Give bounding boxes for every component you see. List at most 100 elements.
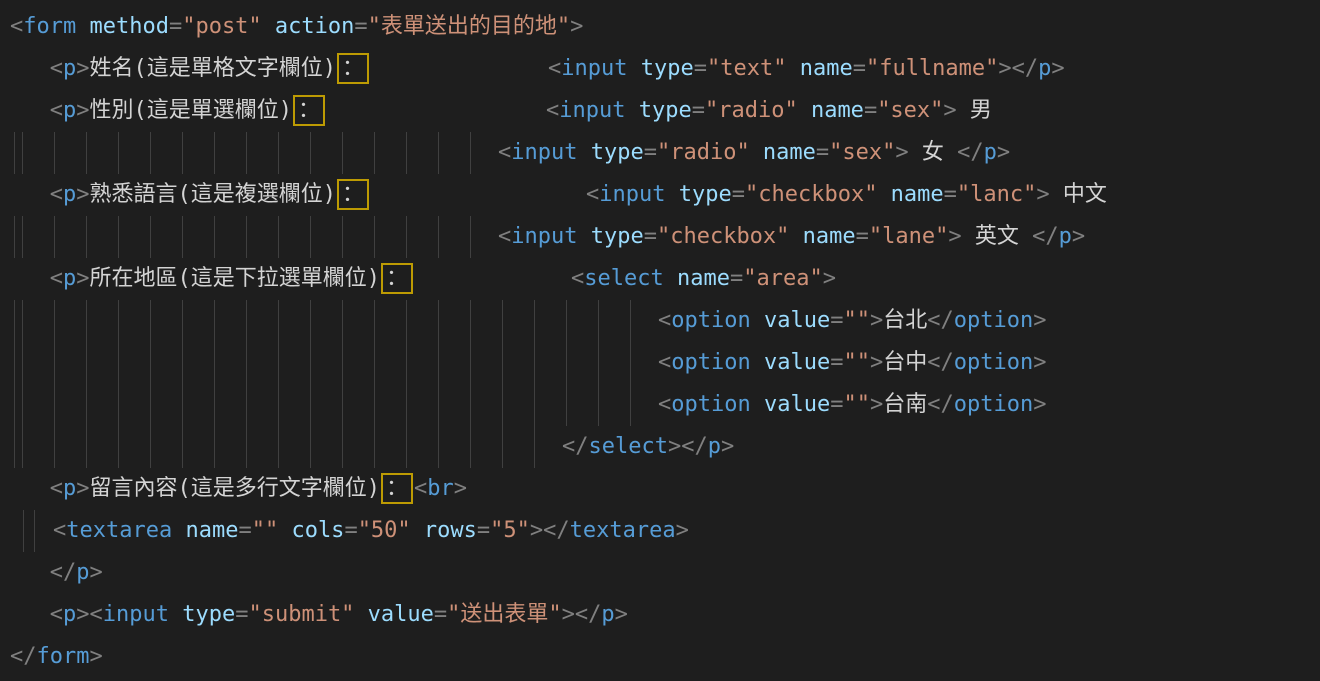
token-punctuation: = (830, 350, 843, 375)
code-line-9[interactable]: <option value="">台中</option> (10, 342, 1320, 384)
token-punctuation: > (76, 476, 89, 501)
token-attribute: name (172, 518, 238, 543)
token-string: "sex" (829, 140, 895, 165)
code-editor[interactable]: <form method="post" action="表單送出的目的地"> <… (0, 0, 1320, 681)
token-string: "表單送出的目的地" (368, 14, 571, 39)
token-punctuation: = (944, 182, 957, 207)
token-attribute: value (751, 350, 830, 375)
token-punctuation: </ (927, 350, 954, 375)
token-tag: p (601, 602, 614, 627)
token-punctuation: ></ (998, 56, 1038, 81)
token-punctuation: < (50, 56, 63, 81)
token-tag: p (1059, 224, 1072, 249)
code-line-15[interactable]: <p><input type="submit" value="送出表單"></p… (10, 594, 1320, 636)
token-string: "fullname" (866, 56, 998, 81)
token-punctuation: = (644, 224, 657, 249)
token-punctuation: > (1033, 308, 1046, 333)
token-punctuation: > (721, 434, 734, 459)
token-punctuation: = (816, 140, 829, 165)
token-punctuation: = (344, 518, 357, 543)
token-punctuation: < (546, 98, 559, 123)
token-string: "area" (743, 266, 822, 291)
token-punctuation: = (644, 140, 657, 165)
alignment-space (370, 48, 548, 90)
token-text (10, 182, 50, 207)
token-attribute: name (750, 140, 816, 165)
token-tag: input (561, 56, 627, 81)
token-text: 姓名(這是單格文字欄位) (90, 56, 337, 81)
token-tag: form (37, 644, 90, 669)
token-attribute: type (626, 98, 692, 123)
token-tag: form (23, 14, 76, 39)
code-line-3[interactable]: <p>性別(這是單選欄位)：<input type="radio" name="… (10, 90, 1320, 132)
token-text: 留言內容(這是多行文字欄位) (90, 476, 381, 501)
token-punctuation: > (997, 140, 1010, 165)
indent-guides (10, 216, 498, 258)
token-tag: br (427, 476, 454, 501)
token-string: "submit" (248, 602, 354, 627)
token-text: 英文 (962, 224, 1033, 249)
alignment-space (414, 258, 571, 300)
code-line-8[interactable]: <option value="">台北</option> (10, 300, 1320, 342)
token-punctuation: < (658, 392, 671, 417)
token-punctuation: = (169, 14, 182, 39)
token-punctuation: > (615, 602, 628, 627)
token-punctuation: = (434, 602, 447, 627)
unicode-highlight-colon: ： (337, 53, 369, 84)
code-line-4[interactable]: <input type="radio" name="sex"> 女 </p> (10, 132, 1320, 174)
token-punctuation: < (498, 140, 511, 165)
token-attribute: type (169, 602, 235, 627)
token-tag: input (511, 140, 577, 165)
token-string: "" (252, 518, 279, 543)
token-string: "" (843, 308, 870, 333)
indent-guides (10, 426, 562, 468)
token-string: "5" (490, 518, 530, 543)
token-attribute: rows (411, 518, 477, 543)
token-punctuation: > (76, 266, 89, 291)
token-string: "post" (182, 14, 261, 39)
code-line-16[interactable]: </form> (10, 636, 1320, 678)
token-punctuation: < (50, 98, 63, 123)
token-punctuation: < (658, 350, 671, 375)
code-line-6[interactable]: <input type="checkbox" name="lane"> 英文 <… (10, 216, 1320, 258)
token-punctuation: = (732, 182, 745, 207)
token-attribute: type (577, 224, 643, 249)
token-tag: option (671, 308, 750, 333)
code-line-5[interactable]: <p>熟悉語言(這是複選欄位)：<input type="checkbox" n… (10, 174, 1320, 216)
token-string: "" (843, 392, 870, 417)
token-punctuation: > (76, 182, 89, 207)
code-line-13[interactable]: <textarea name="" cols="50" rows="5"></t… (10, 510, 1320, 552)
token-text (10, 476, 50, 501)
token-punctuation: > (943, 98, 956, 123)
token-text (10, 56, 50, 81)
unicode-highlight-colon: ： (381, 263, 413, 294)
token-punctuation: </ (10, 644, 37, 669)
token-punctuation: > (895, 140, 908, 165)
token-punctuation: > (676, 518, 689, 543)
token-text: 熟悉語言(這是複選欄位) (90, 182, 337, 207)
token-punctuation: > (1033, 350, 1046, 375)
code-line-2[interactable]: <p>姓名(這是單格文字欄位)：<input type="text" name=… (10, 48, 1320, 90)
code-line-12[interactable]: <p>留言內容(這是多行文字欄位)：<br> (10, 468, 1320, 510)
token-tag: input (559, 98, 625, 123)
token-tag: select (589, 434, 668, 459)
token-tag: p (1038, 56, 1051, 81)
token-tag: input (599, 182, 665, 207)
code-line-10[interactable]: <option value="">台南</option> (10, 384, 1320, 426)
code-line-11[interactable]: </select></p> (10, 426, 1320, 468)
code-line-7[interactable]: <p>所在地區(這是下拉選單欄位)：<select name="area"> (10, 258, 1320, 300)
token-punctuation: < (548, 56, 561, 81)
token-punctuation: >< (76, 602, 103, 627)
token-punctuation: = (730, 266, 743, 291)
token-tag: p (63, 266, 76, 291)
token-string: "checkbox" (745, 182, 877, 207)
token-punctuation: > (1033, 392, 1046, 417)
code-line-1[interactable]: <form method="post" action="表單送出的目的地"> (10, 6, 1320, 48)
token-tag: p (63, 56, 76, 81)
token-punctuation: < (50, 476, 63, 501)
token-punctuation: </ (927, 392, 954, 417)
token-attribute: method (76, 14, 169, 39)
token-punctuation: = (856, 224, 869, 249)
code-line-14[interactable]: </p> (10, 552, 1320, 594)
token-punctuation: </ (927, 308, 954, 333)
